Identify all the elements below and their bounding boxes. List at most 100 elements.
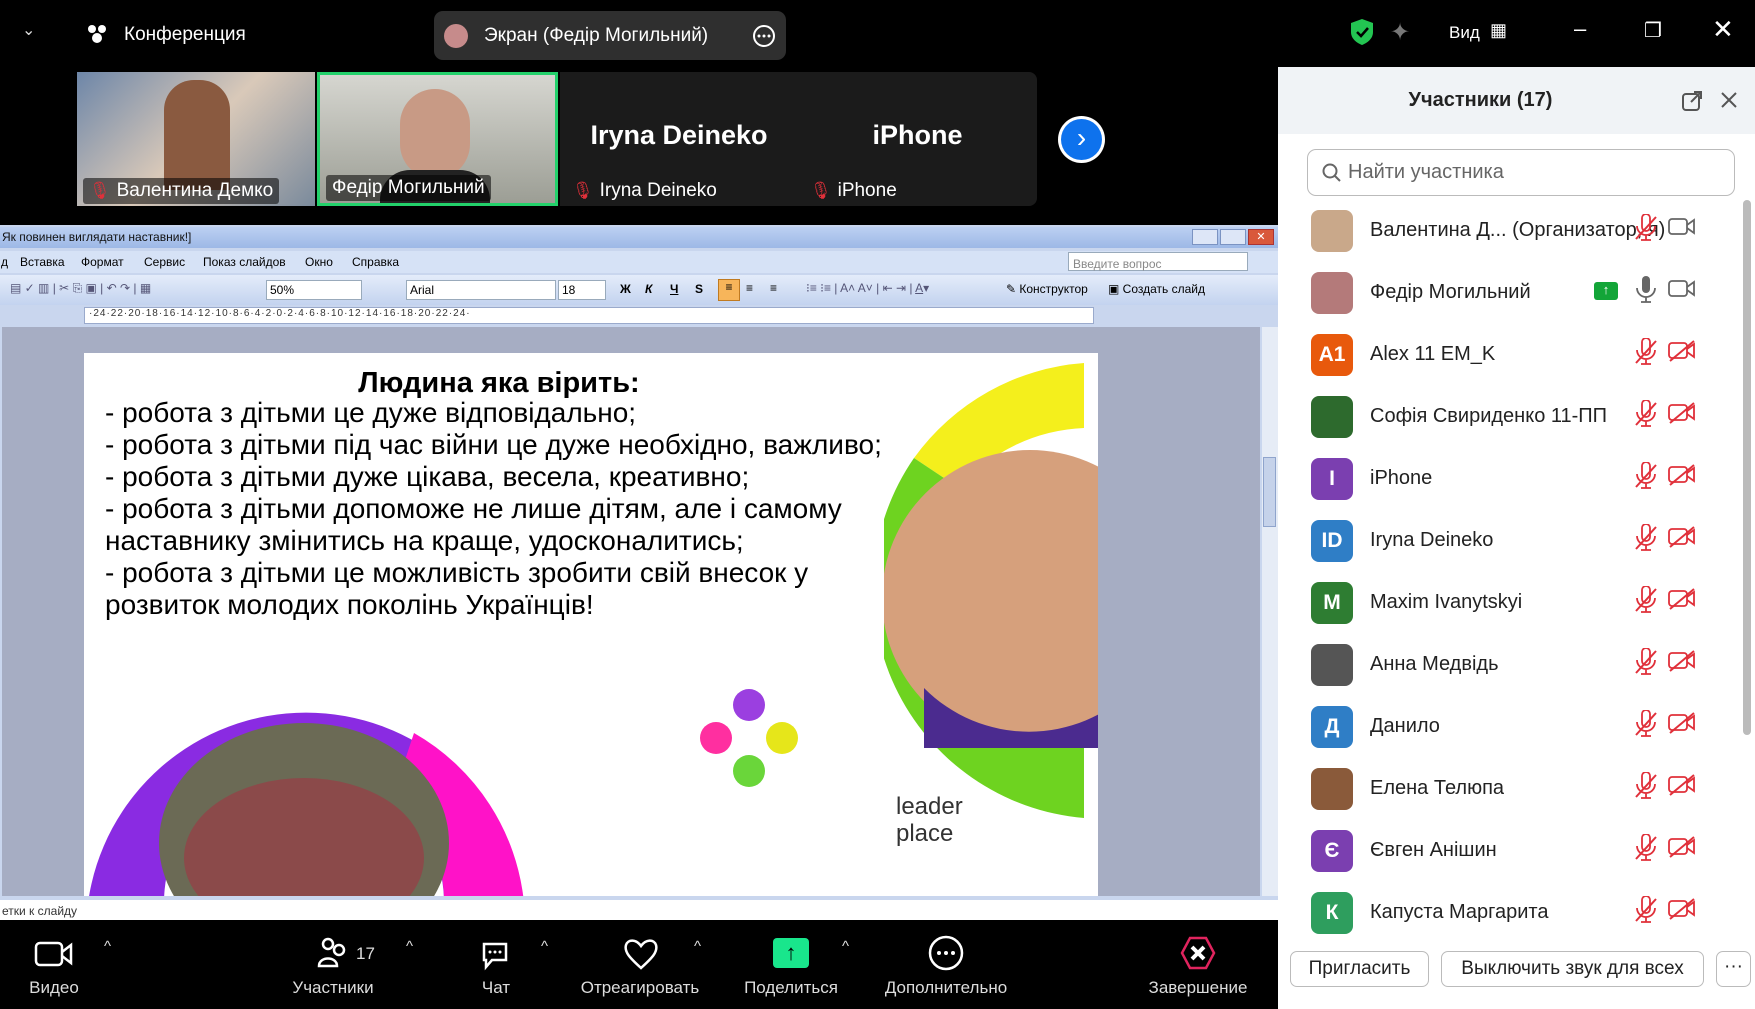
underline-button[interactable]: Ч [670,282,678,296]
zoom-select[interactable]: 50% [266,280,362,300]
menu-insert[interactable]: Вставка [20,255,65,269]
camera-off-icon[interactable] [1668,898,1696,925]
mic-muted-icon[interactable] [1633,647,1659,681]
mic-muted-icon[interactable] [1633,399,1659,433]
pop-out-icon[interactable] [1681,90,1703,112]
camera-off-icon[interactable] [1668,340,1696,367]
menu-format[interactable]: Формат [81,255,124,269]
participant-row[interactable]: Анна Медвідь [1278,632,1738,694]
designer-button[interactable]: ✎ Конструктор [1006,282,1088,296]
mic-muted-icon[interactable] [1633,771,1659,805]
font-size-select[interactable]: 18 [558,280,606,300]
react-options-caret[interactable]: ^ [694,938,701,955]
grid-icon[interactable]: ▦ [1490,20,1507,41]
notes-area[interactable]: етки к слайду [0,900,1278,920]
participant-row[interactable]: Є Євген Анішин [1278,818,1738,880]
mic-muted-icon[interactable] [1633,337,1659,371]
align-center-button[interactable]: ≡ [746,281,753,295]
meeting-label[interactable]: Конференция [124,24,246,46]
video-button[interactable]: Видео [29,920,79,1009]
scroll-thumb[interactable] [1263,457,1276,527]
slide[interactable]: Людина яка вірить: - робота з дітьми це … [84,353,1098,896]
ppt-restore-button[interactable] [1220,229,1246,245]
video-tile-valentyna[interactable]: 🎙 Валентина Демко [77,72,315,206]
font-select[interactable]: Arial [406,280,556,300]
video-options-caret[interactable]: ^ [104,938,111,955]
invite-button[interactable]: Пригласить [1290,951,1429,987]
new-slide-button[interactable]: ▣ Создать слайд [1108,282,1205,296]
participant-row[interactable]: Елена Телюпа [1278,756,1738,818]
camera-icon[interactable] [1668,278,1696,305]
panel-more-button[interactable]: ··· [1716,951,1751,987]
view-button[interactable]: Вид [1449,23,1480,43]
share-button[interactable]: ↑ Поделиться [744,920,838,1009]
camera-off-icon[interactable] [1668,464,1696,491]
share-options-caret[interactable]: ^ [842,938,849,955]
restore-button[interactable]: ❐ [1644,18,1662,43]
camera-off-icon[interactable] [1668,712,1696,739]
menu-view[interactable]: д [1,255,8,269]
next-page-button[interactable]: › [1058,116,1105,163]
video-tile-iphone[interactable]: iPhone 🎙 iPhone [798,72,1037,206]
participant-row[interactable]: ID Iryna Deineko [1278,508,1738,570]
shield-icon[interactable] [1350,18,1374,46]
slide-vertical-scrollbar[interactable] [1262,327,1278,896]
participant-row[interactable]: Софія Свириденко 11-ПП [1278,384,1738,446]
participant-row[interactable]: Д Данило [1278,694,1738,756]
mic-muted-icon[interactable] [1633,895,1659,929]
menu-help[interactable]: Справка [352,255,399,269]
participant-row[interactable]: M Maxim Ivanytskyi [1278,570,1738,632]
mic-muted-icon[interactable] [1633,585,1659,619]
participant-row[interactable]: IiPhone [1278,446,1738,508]
camera-off-icon[interactable] [1668,836,1696,863]
end-meeting-button[interactable]: Завершение [1149,920,1247,1009]
toolbar-icons[interactable]: ▤ ✓ ▥ | ✂ ⎘ ▣ | ↶ ↷ | ▦ [10,281,151,296]
chevron-down-icon[interactable]: ⌄ [22,20,35,40]
camera-off-icon[interactable] [1668,588,1696,615]
mic-muted-icon[interactable] [1633,461,1659,495]
participant-row[interactable]: A1 Alex 11 EM_K [1278,322,1738,384]
camera-off-icon[interactable] [1668,526,1696,553]
ppt-close-button[interactable]: ✕ [1248,229,1274,245]
participants-button[interactable]: Участники [292,920,374,1009]
menu-slideshow[interactable]: Показ слайдов [203,255,286,269]
menu-window[interactable]: Окно [305,255,333,269]
shadow-button[interactable]: S [695,282,703,296]
ai-sparkle-icon[interactable]: ✦ [1390,18,1410,47]
camera-off-icon[interactable] [1668,402,1696,429]
help-search-input[interactable]: Введите вопрос [1068,252,1248,271]
list-buttons[interactable]: ⁝≡ ⁝≡ | A˄ A˅ | ⇤ ⇥ | A▾ [806,281,929,295]
participant-row[interactable]: Федір Могильний ↑ [1278,260,1738,322]
panel-scrollbar[interactable] [1743,200,1751,735]
chat-button[interactable]: Чат [478,920,514,1009]
camera-off-icon[interactable] [1668,650,1696,677]
mute-all-button[interactable]: Выключить звук для всех [1441,951,1704,987]
mic-muted-icon[interactable] [1633,709,1659,743]
participant-row[interactable]: К Капуста Маргарита [1278,880,1738,942]
chat-options-caret[interactable]: ^ [541,938,548,955]
close-icon[interactable] [1720,91,1738,109]
italic-button[interactable]: К [645,282,652,296]
ppt-minimize-button[interactable] [1192,229,1218,245]
minimize-button[interactable]: – [1574,16,1586,42]
screen-share-pill[interactable]: Экран (Федір Могильний) [434,11,786,60]
video-tile-iryna[interactable]: Iryna Deineko 🎙 Iryna Deineko [560,72,798,206]
bold-button[interactable]: Ж [620,282,631,296]
close-window-button[interactable]: ✕ [1712,14,1734,45]
align-right-button[interactable]: ≡ [770,281,777,295]
more-button[interactable]: Дополнительно [885,920,1007,1009]
align-left-button[interactable]: ≡ [718,279,740,301]
mic-muted-icon[interactable] [1633,833,1659,867]
menu-service[interactable]: Сервис [144,255,185,269]
mic-icon[interactable] [1633,276,1659,309]
camera-off-icon[interactable] [1668,774,1696,801]
video-tile-fedir[interactable]: Федір Могильний [317,72,558,206]
react-button[interactable]: Отреагировать [581,920,699,1009]
more-icon[interactable] [752,24,776,48]
mic-muted-icon[interactable] [1633,523,1659,557]
participant-search-input[interactable]: Найти участника [1307,149,1735,196]
camera-icon[interactable] [1668,216,1696,243]
participant-row[interactable]: Валентина Д... (Организатор, я) [1278,198,1738,260]
mic-muted-icon[interactable] [1633,213,1659,247]
participants-options-caret[interactable]: ^ [406,938,413,955]
